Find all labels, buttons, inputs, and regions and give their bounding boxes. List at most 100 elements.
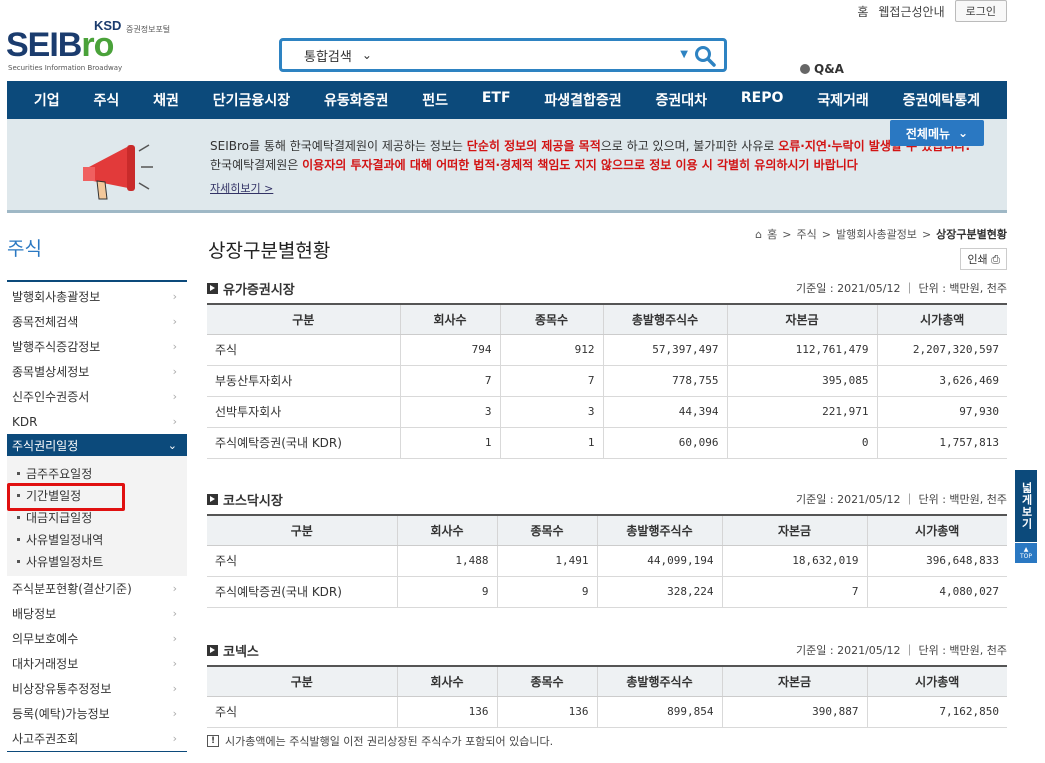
market-section: 코스닥시장 기준일 : 2021/05/12 ｜ 단위 : 백만원, 천주 구분 회사… [207, 489, 1007, 608]
section-bullet-icon [207, 493, 218, 505]
sidebar-subitem[interactable]: 사유별일정차트 [7, 550, 187, 572]
sidebar-item[interactable]: 배당정보 › [7, 601, 187, 626]
table-cell: 주식 [207, 696, 397, 728]
sidebar-submenu: 금주주요일정 기간별일정 대금지급일정 사유별일정내역 사유별일정차트 [7, 456, 187, 576]
sidebar: 발행회사총괄정보 › 종목전체검색 › 발행주식증감정보 › 종목별상세정보 › 신주인수권증서… [7, 280, 187, 752]
bullet-icon [17, 471, 20, 475]
chevron-right-icon: › [172, 607, 177, 620]
column-header: 시가총액 [866, 515, 1007, 546]
nav-item-0[interactable]: 기업 [34, 90, 60, 110]
column-header: 구분 [207, 515, 397, 546]
scroll-top-button[interactable]: ▲ TOP [1015, 543, 1037, 563]
sidebar-item-label: 배당정보 [12, 607, 57, 621]
column-header: 구분 [207, 666, 397, 697]
table-cell: 주식예탁증권(국내 KDR) [207, 576, 397, 608]
chevron-down-icon[interactable]: ⌄ [362, 48, 372, 62]
sidebar-item[interactable]: 대차거래정보 › [7, 651, 187, 676]
nav-item-2[interactable]: 채권 [153, 90, 179, 110]
sidebar-item[interactable]: 의무보호예수 › [7, 626, 187, 651]
arrow-up-icon: ▲ [1023, 546, 1029, 553]
column-header: 총발행주식수 [602, 304, 727, 335]
crumb-stock[interactable]: 주식 [797, 226, 817, 242]
table-cell: 44,099,194 [596, 545, 722, 577]
column-header: 자본금 [721, 666, 867, 697]
search-icon[interactable] [694, 45, 716, 67]
table-row: 주식예탁증권(국내 KDR) 9 9 328,224 7 4,080,027 [207, 576, 1007, 608]
home-icon[interactable]: ⌂ [755, 228, 762, 241]
column-header: 시가총액 [866, 666, 1007, 697]
table-cell: 395,085 [726, 365, 877, 397]
search-options-caret-icon[interactable]: ▼ [680, 49, 688, 60]
nav-item-8[interactable]: 증권대차 [656, 90, 708, 110]
sidebar-item[interactable]: 주식분포현황(결산기준) › [7, 576, 187, 601]
nav-item-1[interactable]: 주식 [94, 90, 120, 110]
home-link[interactable]: 홈 [857, 3, 868, 20]
table-cell: 57,397,497 [602, 334, 727, 366]
nav-item-5[interactable]: 펀드 [422, 90, 448, 110]
sidebar-item-label: 종목별상세정보 [12, 365, 90, 379]
table-cell: 899,854 [596, 696, 722, 728]
table-cell: 선박투자회사 [207, 396, 400, 428]
column-header: 회사수 [396, 666, 497, 697]
table-cell: 4,080,027 [866, 576, 1007, 608]
column-header: 회사수 [399, 304, 500, 335]
chevron-right-icon: › [172, 390, 177, 403]
column-header: 종목수 [496, 666, 597, 697]
sidebar-subitem[interactable]: 사유별일정내역 [7, 528, 187, 550]
sidebar-item[interactable]: 발행회사총괄정보 › [7, 284, 187, 309]
sidebar-subitem[interactable]: 기간별일정 [7, 483, 187, 511]
print-button[interactable]: 인쇄 ⎙ [960, 248, 1007, 270]
sidebar-item[interactable]: 등록(예탁)가능정보 › [7, 701, 187, 726]
market-section: 코넥스 기준일 : 2021/05/12 ｜ 단위 : 백만원, 천주 구분 회사수 종… [207, 640, 1007, 728]
qna-link[interactable]: Q&A [800, 62, 844, 76]
sidebar-item-label: 비상장유통추정정보 [12, 682, 112, 696]
table-row: 부동산투자회사 7 7 778,755 395,085 3,626,469 [207, 365, 1007, 397]
table-cell: 1,491 [496, 545, 597, 577]
sidebar-item[interactable]: 비상장유통추정정보 › [7, 676, 187, 701]
table-cell: 9 [396, 576, 497, 608]
sidebar-item-active[interactable]: 주식권리일정 ⌄ [7, 434, 187, 456]
chevron-right-icon: › [172, 657, 177, 670]
nav-item-7[interactable]: 파생결합증권 [544, 90, 621, 110]
accessibility-link[interactable]: 웹접근성안내 [878, 3, 944, 20]
crumb-home[interactable]: 홈 [767, 226, 777, 242]
more-details-link[interactable]: 자세히보기 > [210, 180, 273, 196]
nav-item-9[interactable]: REPO [741, 90, 784, 110]
table-cell: 390,887 [721, 696, 867, 728]
notice-line-1: SEIBro를 통해 한국예탁결제원이 제공하는 정보는 단순히 정보의 제공을… [210, 139, 971, 153]
table-cell: 97,930 [876, 396, 1007, 428]
notice-line-2: 한국예탁결제원은 이용자의 투자결과에 대해 어떠한 법적·경제적 책임도 지지… [210, 158, 858, 172]
table-row: 주식 1,488 1,491 44,099,194 18,632,019 396,648,… [207, 545, 1007, 577]
column-header: 자본금 [726, 304, 877, 335]
sidebar-item[interactable]: 종목별상세정보 › [7, 359, 187, 384]
login-button[interactable]: 로그인 [954, 0, 1007, 22]
page-title: 상장구분별현황 [208, 240, 331, 262]
table-cell: 3,626,469 [876, 365, 1007, 397]
nav-item-10[interactable]: 국제거래 [817, 90, 869, 110]
sidebar-item[interactable]: 종목전체검색 › [7, 309, 187, 334]
megaphone-icon [83, 144, 153, 200]
site-logo[interactable]: KSD 증권정보포털 SEIBro Securities Information… [6, 12, 186, 72]
search-box[interactable]: 통합검색 ⌄ ▼ [279, 38, 727, 72]
sidebar-subitem[interactable]: 금주주요일정 [7, 462, 187, 484]
market-table: 구분 회사수 종목수 총발행주식수 자본금 시가총액 주식 1,488 1,491 44,099,… [207, 514, 1007, 608]
table-cell: 주식예탁증권(국내 KDR) [207, 427, 400, 459]
nav-item-3[interactable]: 단기금융시장 [213, 90, 290, 110]
sidebar-item[interactable]: KDR › [7, 409, 187, 434]
nav-item-4[interactable]: 유동화증권 [324, 90, 388, 110]
section-bullet-icon [207, 282, 218, 294]
table-cell: 주식 [207, 334, 400, 366]
sidebar-item[interactable]: 사고주권조회 › [7, 726, 187, 751]
sidebar-item[interactable]: 신주인수권증서 › [7, 384, 187, 409]
sidebar-item-label: 발행주식증감정보 [12, 340, 101, 354]
nav-item-11[interactable]: 증권예탁통계 [903, 90, 980, 110]
all-menu-button[interactable]: 전체메뉴 ⌄ [890, 120, 984, 146]
sidebar-item[interactable]: 발행주식증감정보 › [7, 334, 187, 359]
table-cell: 2,207,320,597 [876, 334, 1007, 366]
crumb-issuer-info[interactable]: 발행회사총괄정보 [836, 226, 917, 242]
table-row: 주식 794 912 57,397,497 112,761,479 2,207,320,5… [207, 334, 1007, 366]
search-scope-select[interactable]: 통합검색 [304, 46, 352, 65]
chevron-right-icon: › [172, 315, 177, 328]
nav-item-6[interactable]: ETF [482, 90, 511, 110]
wide-view-button[interactable]: 넓게보기 [1015, 470, 1037, 542]
